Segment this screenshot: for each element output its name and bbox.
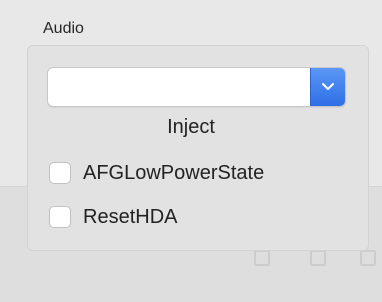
list-icon: [310, 250, 326, 266]
grid-icon: [254, 250, 270, 266]
afglowpowerstate-label[interactable]: AFGLowPowerState: [83, 161, 264, 185]
resethda-label[interactable]: ResetHDA: [83, 205, 177, 229]
resethda-checkbox[interactable]: [49, 206, 71, 228]
background-toolbar: [250, 250, 382, 274]
inject-dropdown-button[interactable]: [310, 68, 345, 106]
chevron-down-icon: [322, 83, 334, 90]
inject-label: Inject: [167, 116, 215, 138]
panel-icon: [360, 250, 376, 266]
inject-combo-box[interactable]: [47, 67, 346, 107]
audio-group-title: Audio: [43, 20, 84, 37]
afglowpowerstate-checkbox[interactable]: [49, 162, 71, 184]
